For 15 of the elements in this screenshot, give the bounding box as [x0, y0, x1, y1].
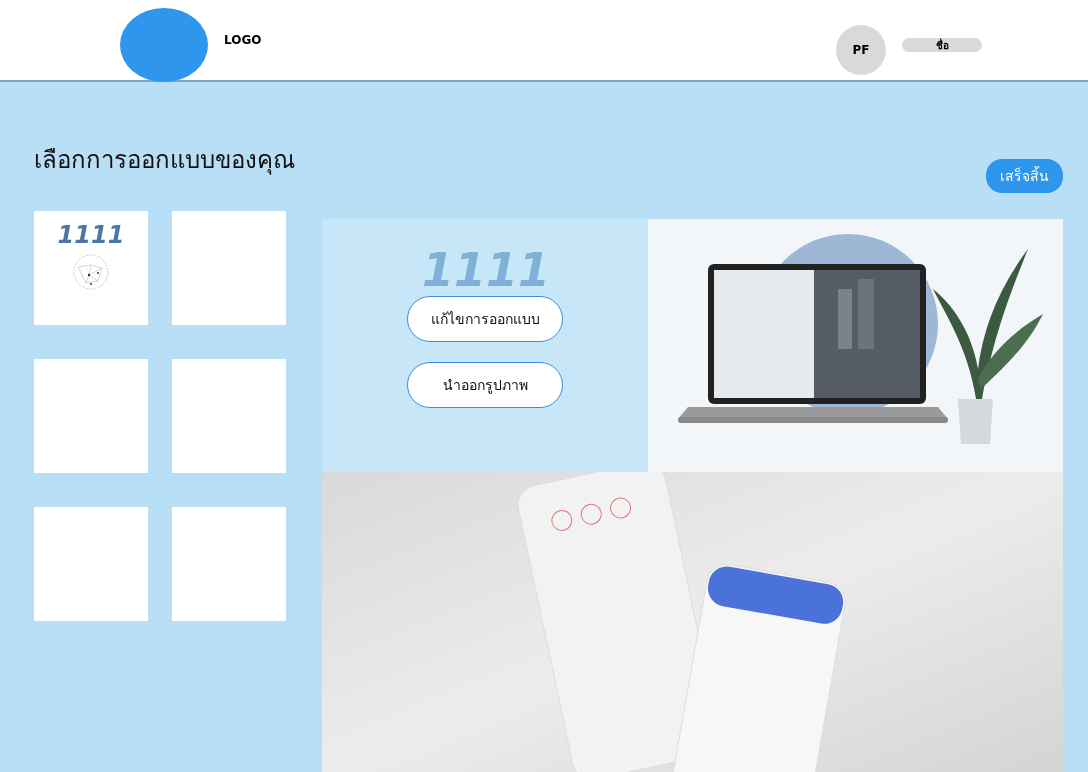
design-tile[interactable] [172, 507, 286, 621]
design-tile[interactable] [34, 359, 148, 473]
logo-text: LOGO [224, 33, 262, 47]
page-title: เลือกการออกแบบของคุณ [34, 145, 295, 177]
avatar[interactable]: PF [836, 25, 886, 75]
action-button[interactable]: แก้ไขการออกแบบ [407, 295, 563, 342]
logo-text: 1111 [57, 223, 125, 247]
globe-icon [72, 253, 110, 291]
design-tile[interactable] [172, 211, 286, 325]
action-button[interactable]: นำออกรูปภาพ [407, 361, 563, 408]
design-tile[interactable] [172, 359, 286, 473]
design-tile[interactable]: 1111 [34, 211, 148, 325]
user-name[interactable]: ชื่อ [902, 38, 982, 52]
design-tile[interactable] [34, 507, 148, 621]
faded-logo-text: 1111 [422, 243, 551, 297]
